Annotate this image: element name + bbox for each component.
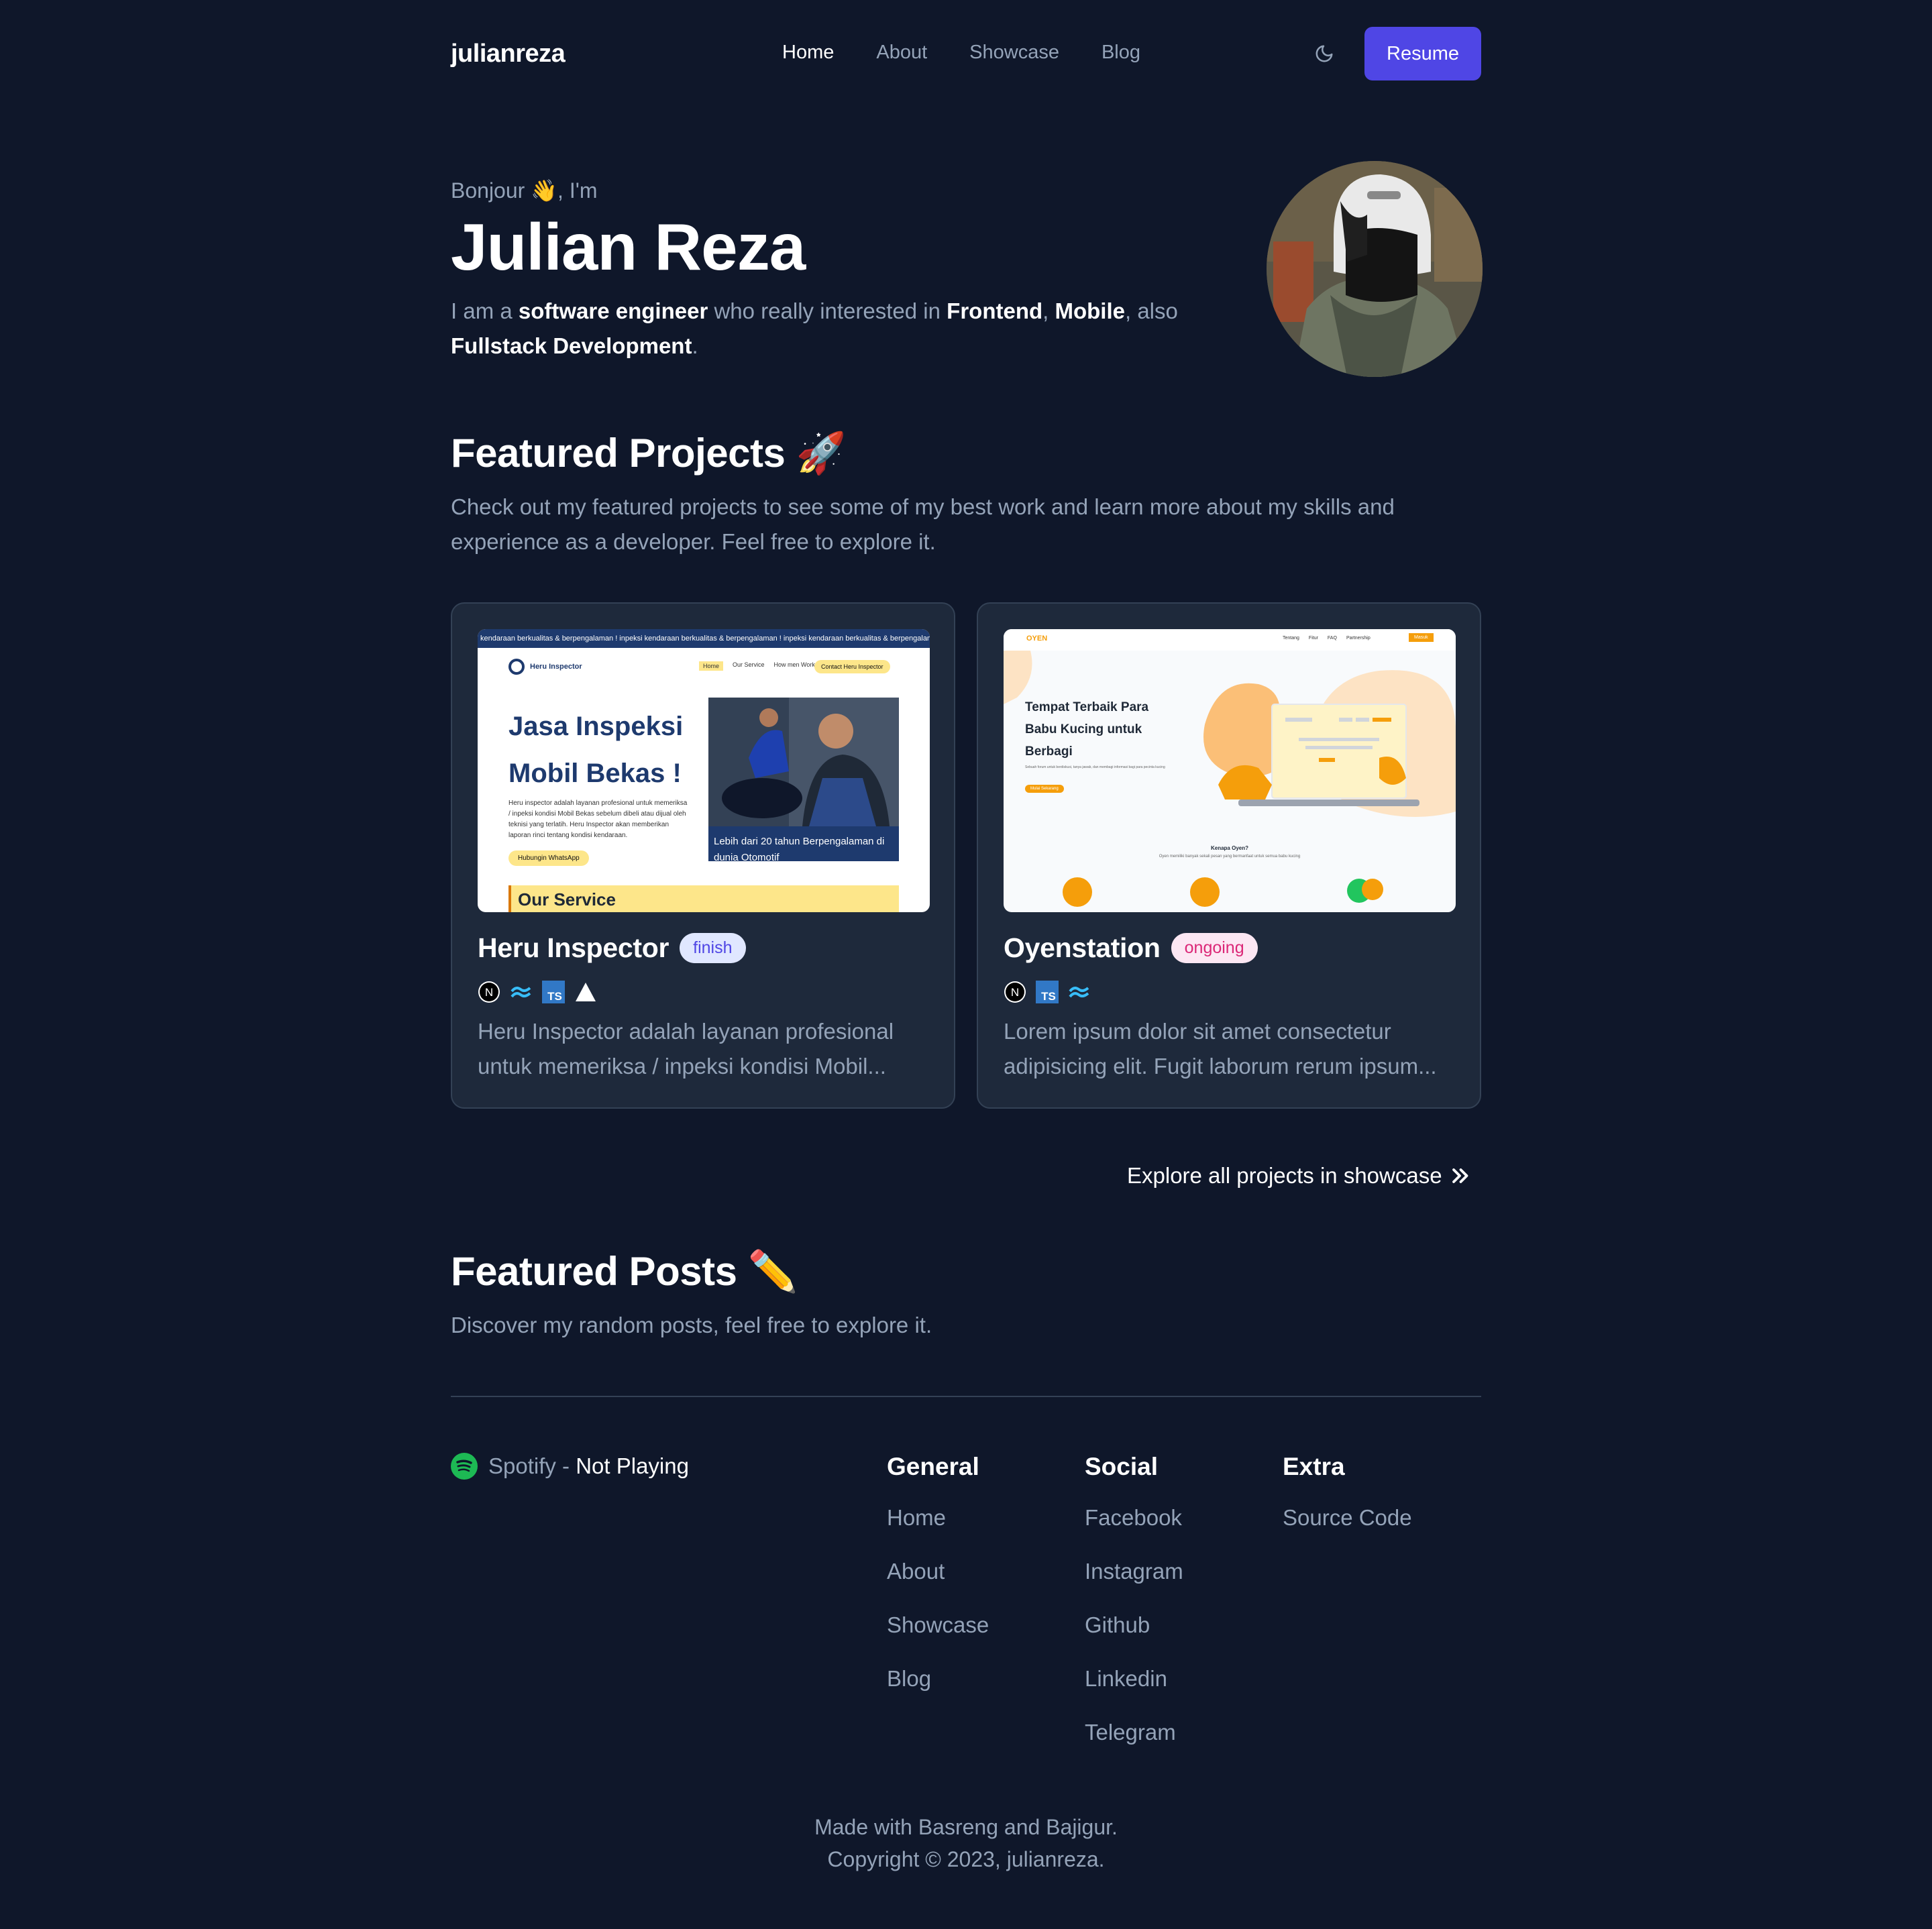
- featured-posts-title: Featured Posts ✏️: [451, 1249, 798, 1294]
- project-card-oyenstation[interactable]: OYEN Tentang Fitur FAQ Partnership Masuk: [977, 602, 1481, 1109]
- spotify-track-status: Not Playing: [576, 1453, 689, 1478]
- tech-stack: N TS: [1004, 981, 1091, 1003]
- footer-heading: Extra: [1283, 1453, 1345, 1480]
- vercel-icon: [574, 981, 597, 1003]
- featured-posts-subtitle: Discover my random posts, feel free to e…: [451, 1313, 932, 1337]
- footer-link-blog[interactable]: Blog: [887, 1666, 989, 1720]
- footer-link-about[interactable]: About: [887, 1559, 989, 1612]
- footer-column-social: Social Facebook Instagram Github Linkedi…: [1085, 1453, 1183, 1773]
- hero-greeting: Bonjour 👋, I'm: [451, 178, 597, 203]
- footer-link-source-code[interactable]: Source Code: [1283, 1505, 1412, 1559]
- footer-column-general: General Home About Showcase Blog: [887, 1453, 989, 1720]
- project-card-heru-inspector[interactable]: kendaraan berkualitas & berpengalaman ! …: [451, 602, 955, 1109]
- footer-link-home[interactable]: Home: [887, 1505, 989, 1559]
- svg-text:TS: TS: [547, 990, 562, 1003]
- explore-showcase-link[interactable]: Explore all projects in showcase: [1127, 1163, 1472, 1189]
- pencil-emoji: ✏️: [747, 1249, 798, 1294]
- footer-link-telegram[interactable]: Telegram: [1085, 1720, 1183, 1773]
- copyright-text: Copyright © 2023, julianreza.: [827, 1847, 1105, 1871]
- spotify-status: Spotify - Not Playing: [451, 1453, 689, 1480]
- tailwind-icon: [510, 981, 533, 1003]
- tailwind-icon: [1068, 981, 1091, 1003]
- wave-emoji: 👋: [531, 178, 558, 203]
- svg-text:TS: TS: [1041, 990, 1056, 1003]
- footer-heading: Social: [1085, 1453, 1158, 1480]
- typescript-icon: TS: [542, 981, 565, 1003]
- footer-copyright: Made with Basreng and Bajigur. Copyright…: [0, 1811, 1932, 1875]
- nextjs-icon: N: [478, 981, 500, 1003]
- status-badge: finish: [680, 933, 746, 963]
- project-description: Lorem ipsum dolor sit amet consectetur a…: [1004, 1019, 1437, 1079]
- project-thumbnail: OYEN Tentang Fitur FAQ Partnership Masuk: [1004, 629, 1456, 912]
- project-title: Heru Inspector: [478, 932, 669, 963]
- hero-section: Bonjour 👋, I'm Julian Reza I am a softwa…: [451, 0, 1483, 402]
- svg-text:N: N: [1011, 986, 1019, 999]
- footer-link-showcase[interactable]: Showcase: [887, 1612, 989, 1666]
- hero-description: I am a software engineer who really inte…: [451, 298, 1178, 358]
- footer-link-github[interactable]: Github: [1085, 1612, 1183, 1666]
- greeting-text: Bonjour: [451, 178, 525, 203]
- nextjs-icon: N: [1004, 981, 1026, 1003]
- rocket-emoji: 🚀: [796, 431, 847, 476]
- made-with-text: Made with Basreng and Bajigur.: [814, 1815, 1118, 1839]
- footer-link-instagram[interactable]: Instagram: [1085, 1559, 1183, 1612]
- explore-label: Explore all projects in showcase: [1127, 1163, 1442, 1188]
- footer-link-linkedin[interactable]: Linkedin: [1085, 1666, 1183, 1720]
- footer-column-extra: Extra Source Code: [1283, 1453, 1412, 1559]
- project-title: Oyenstation: [1004, 932, 1161, 963]
- greeting-suffix: , I'm: [557, 178, 598, 203]
- footer-divider: [451, 1396, 1481, 1397]
- footer-link-facebook[interactable]: Facebook: [1085, 1505, 1183, 1559]
- footer-heading: General: [887, 1453, 979, 1480]
- spotify-icon: [451, 1453, 478, 1480]
- featured-projects-title: Featured Projects 🚀: [451, 431, 847, 476]
- project-thumbnail: kendaraan berkualitas & berpengalaman ! …: [478, 629, 930, 912]
- chevrons-right-icon: [1452, 1168, 1468, 1183]
- project-description: Heru Inspector adalah layanan profesiona…: [478, 1019, 894, 1079]
- avatar: [1267, 161, 1483, 377]
- status-badge: ongoing: [1171, 933, 1258, 963]
- featured-projects-subtitle: Check out my featured projects to see so…: [451, 494, 1395, 554]
- tech-stack: N TS: [478, 981, 597, 1003]
- typescript-icon: TS: [1036, 981, 1059, 1003]
- svg-text:N: N: [485, 986, 493, 999]
- hero-name: Julian Reza: [451, 210, 806, 284]
- spotify-label: Spotify: [488, 1453, 556, 1478]
